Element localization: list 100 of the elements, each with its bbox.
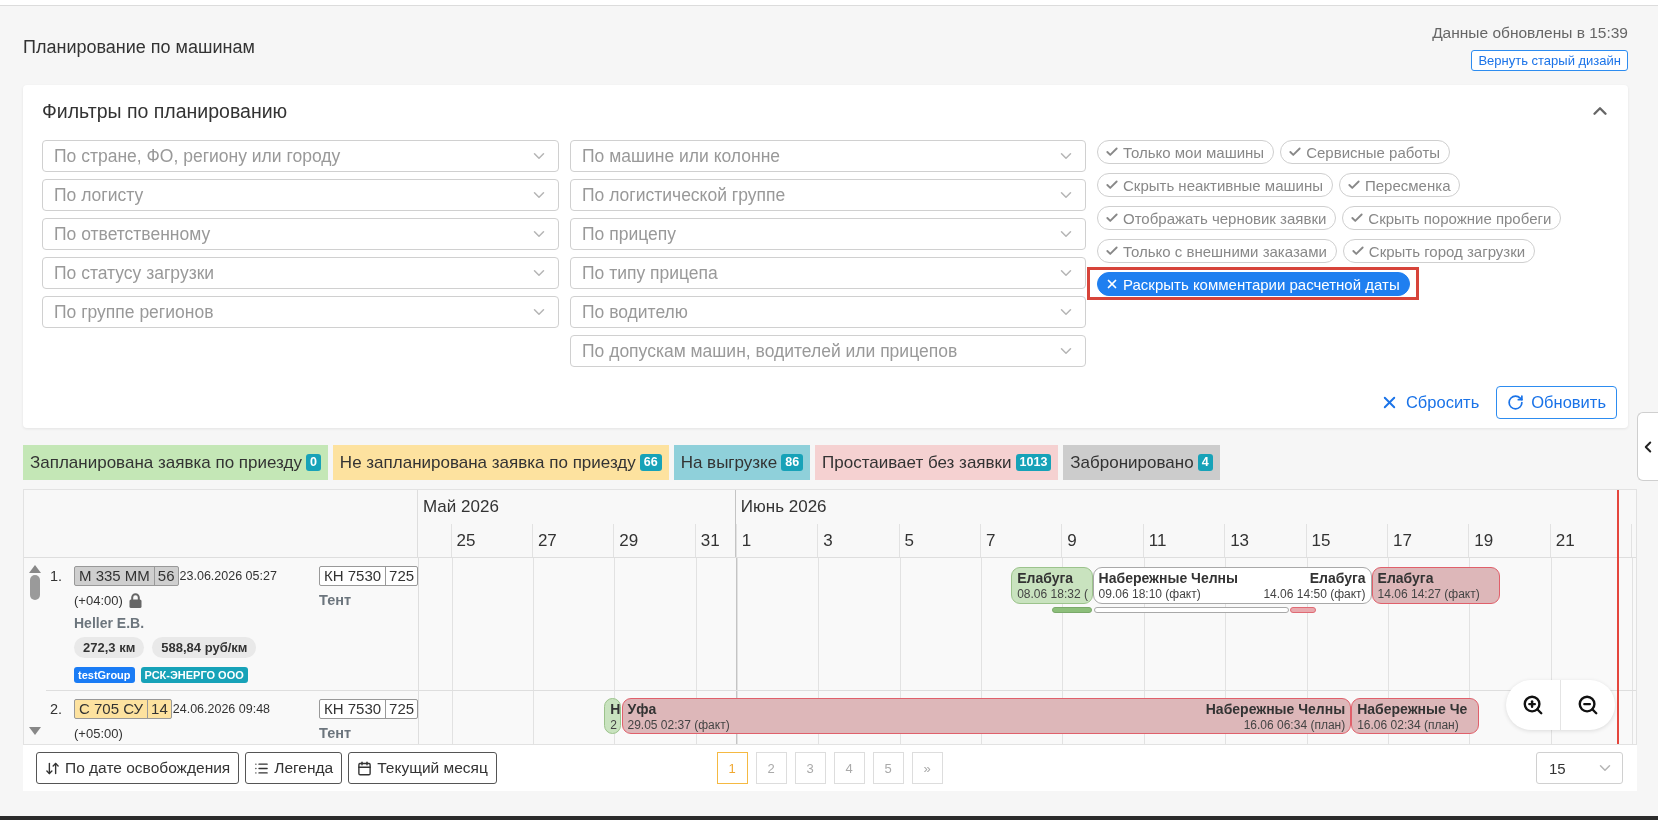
trip-stat: 272,3 км [74, 637, 145, 658]
old-design-button[interactable]: Вернуть старый дизайн [1471, 50, 1628, 71]
day-label: 25 [456, 531, 476, 550]
page-button[interactable]: 3 [794, 752, 826, 784]
trip-bar[interactable]: Н 2 [604, 698, 622, 734]
count-badge: 0 [305, 454, 321, 471]
scrollbar-thumb[interactable] [30, 575, 40, 600]
zoom-in-icon [1522, 694, 1544, 716]
day-label: 21 [1555, 531, 1575, 550]
page-button[interactable]: 4 [833, 752, 865, 784]
trip-city: Н [610, 701, 621, 718]
close-icon [1105, 277, 1119, 291]
current-month-button[interactable]: Текущий месяц [348, 752, 497, 784]
filter-toggle[interactable]: Пересменка [1339, 173, 1461, 197]
plate-number: М 335 ММ [78, 567, 151, 585]
filter-select[interactable]: По группе регионов [42, 296, 559, 328]
trip-time: 14.06 14:27 (факт) [1377, 587, 1480, 602]
plate-region: 14 [147, 700, 171, 718]
check-icon [1105, 178, 1119, 192]
filter-toggle[interactable]: Только с внешними заказами [1097, 239, 1337, 263]
refresh-icon [1507, 394, 1525, 411]
legend-label: Простаивает без заявки [822, 452, 1012, 473]
plate-number: КН 7530 [323, 700, 383, 718]
group-tag: РСК-ЭНЕРГО ООО [140, 667, 248, 683]
trailer-plate[interactable]: КН 7530 725 [319, 699, 419, 719]
date-time-text: 24.06.2026 09:48 [172, 702, 271, 716]
filter-toggle[interactable]: Раскрыть комментарии расчетной даты [1097, 272, 1410, 296]
trip-time: 29.05 02:37 (факт) [627, 718, 730, 733]
timezone-text: (+05:00) [74, 725, 123, 741]
plate-region: 725 [385, 567, 418, 585]
filter-toggle[interactable]: Только мои машины [1097, 140, 1275, 164]
status-legend-item[interactable]: Простаивает без заявки 1013 [815, 445, 1059, 480]
next-page-button[interactable]: » [911, 752, 943, 784]
check-icon [1350, 244, 1365, 258]
sort-button[interactable]: По дате освобождения [36, 752, 240, 784]
trailer-plate[interactable]: КН 7530 725 [319, 566, 419, 586]
trip-bar[interactable]: Набережные Че 16.06 02:34 (план) [1351, 698, 1480, 734]
page-size-select[interactable]: 15 [1536, 752, 1623, 784]
trip-bar[interactable]: Елабуга 08.06 18:32 ( [1011, 567, 1093, 604]
trip-time: 08.06 18:32 ( [1017, 587, 1088, 602]
day-label: 5 [904, 531, 915, 550]
trip-time: 16.06 02:34 (план) [1357, 718, 1459, 733]
trip-bar[interactable]: Набережные Челны 09.06 18:10 (факт) Елабуга 14.06 14:50 (факт) [1092, 567, 1372, 604]
legend-button[interactable]: Легенда [245, 752, 343, 784]
day-label: 13 [1230, 531, 1250, 550]
status-legend-item[interactable]: Забронировано 4 [1063, 445, 1220, 480]
status-legend-item[interactable]: На выгрузке 86 [673, 445, 811, 480]
check-icon [1288, 145, 1303, 159]
page-button[interactable]: 1 [716, 752, 748, 784]
filter-select[interactable]: По логисту [42, 179, 559, 211]
day-label: 19 [1474, 531, 1494, 550]
status-legend-item[interactable]: Запланирована заявка по приезду 0 [23, 445, 328, 480]
legend-label: Запланирована заявка по приезду [30, 452, 302, 473]
body-type-text: Тент [319, 725, 352, 741]
filter-toggle[interactable]: Отображать черновик заявки [1097, 206, 1337, 230]
license-plate[interactable]: С 705 СУ 14 [74, 699, 172, 719]
body-type-text: Тент [319, 592, 352, 608]
reset-button[interactable]: Сбросить [1379, 386, 1480, 419]
trip-city: Елабуга [1309, 570, 1366, 587]
legend-label: На выгрузке [680, 452, 778, 473]
trip-time: 14.06 14:50 (факт) [1263, 587, 1366, 602]
filter-select[interactable]: По логистической группе [570, 179, 1086, 211]
calendar-icon [357, 760, 373, 776]
filter-panel-title: Фильтры по планированию [42, 99, 288, 123]
license-plate[interactable]: М 335 ММ 56 [74, 566, 179, 586]
legend-label: Не запланирована заявка по приезду [339, 452, 636, 473]
filter-select[interactable]: По прицепу [570, 218, 1086, 250]
filter-select[interactable]: По стране, ФО, региону или городу [42, 140, 559, 172]
page-button[interactable]: 2 [755, 752, 787, 784]
date-time-text: 23.06.2026 05:27 [179, 569, 277, 583]
filter-toggle[interactable]: Скрыть порожние пробеги [1342, 206, 1562, 230]
filter-select[interactable]: По ответственному [42, 218, 559, 250]
month-label: Июнь 2026 [740, 497, 827, 516]
page-button[interactable]: 5 [872, 752, 904, 784]
day-label: 1 [741, 531, 752, 550]
status-legend-item[interactable]: Не запланирована заявка по приезду 66 [332, 445, 669, 480]
filter-select[interactable]: По типу прицепа [570, 257, 1086, 289]
timezone-text: (+04:00) [74, 592, 123, 608]
trip-bar[interactable]: Уфа 29.05 02:37 (факт) Набережные Челны 16.06 06:34 (план) [621, 698, 1352, 734]
refresh-button[interactable]: Обновить [1496, 386, 1617, 419]
check-icon [1105, 244, 1119, 258]
trip-time: 16.06 06:34 (план) [1243, 718, 1346, 733]
filter-select[interactable]: По машине или колонне [570, 140, 1086, 172]
side-panel-toggle[interactable] [1637, 412, 1658, 481]
filter-select[interactable]: По статусу загрузки [42, 257, 559, 289]
filter-toggle[interactable]: Сервисные работы [1280, 140, 1451, 164]
plate-region: 56 [153, 567, 178, 585]
filter-select[interactable]: По допускам машин, водителей или прицепов [570, 335, 1086, 367]
filter-toggle[interactable]: Скрыть неактивные машины [1097, 173, 1333, 197]
count-badge: 4 [1197, 454, 1213, 471]
count-badge: 66 [639, 454, 662, 471]
trip-time: 09.06 18:10 (факт) [1098, 587, 1201, 602]
day-label: 9 [1067, 531, 1077, 550]
filter-select[interactable]: По водителю [570, 296, 1086, 328]
arrow-up-icon[interactable] [29, 565, 41, 573]
trip-time: 2 [610, 718, 617, 733]
arrow-down-icon[interactable] [29, 727, 41, 735]
filter-toggle[interactable]: Скрыть город загрузки [1342, 239, 1536, 263]
legend-label: Забронировано [1070, 452, 1194, 473]
trip-bar[interactable]: Елабуга 14.06 14:27 (факт) [1371, 567, 1500, 604]
